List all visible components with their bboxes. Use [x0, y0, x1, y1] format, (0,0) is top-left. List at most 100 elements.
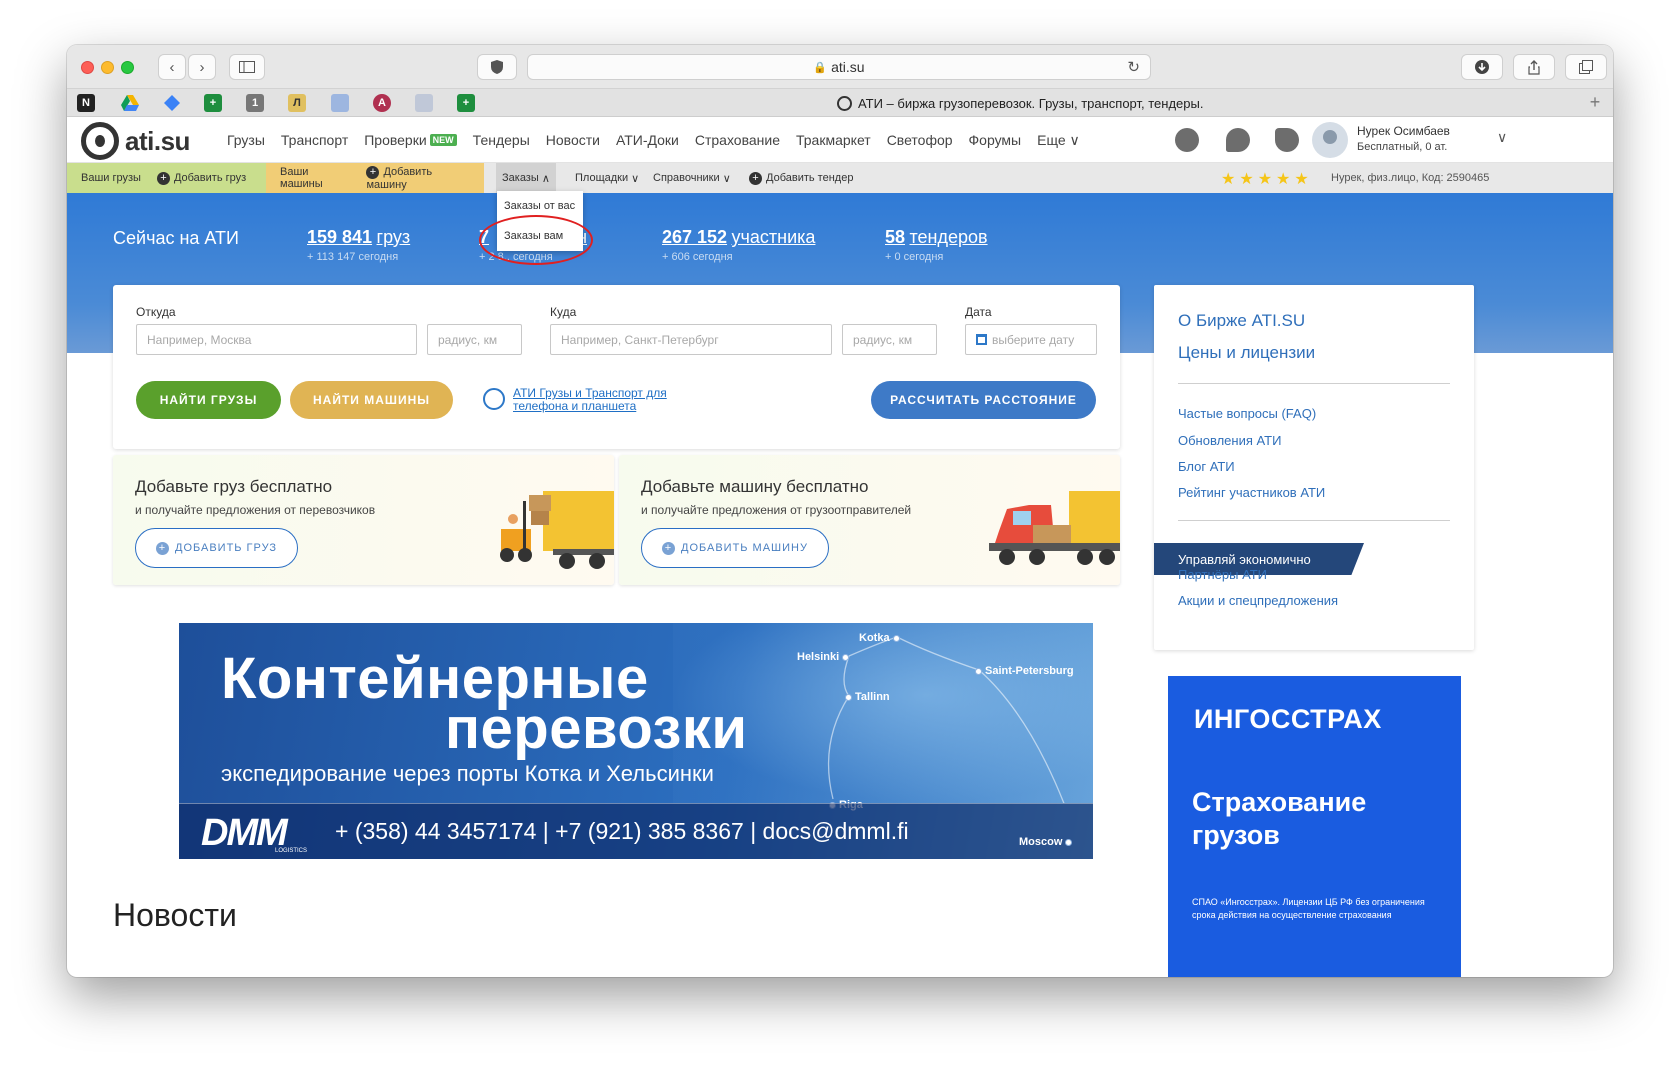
ingo-headline: Страхование грузов [1192, 787, 1367, 850]
city-moscow: Moscow [1019, 836, 1075, 848]
mobile-app-link[interactable]: АТИ Грузы и Транспорт для телефона и пла… [483, 387, 667, 413]
find-trucks-button[interactable]: НАЙТИ МАШИНЫ [290, 381, 453, 419]
divider [1178, 383, 1450, 384]
dmm-banner-ad[interactable]: Kotka Helsinki Saint-Petersburg Tallinn … [179, 623, 1093, 859]
ingosstrakh-ad[interactable]: ИНГОССТРАХ Страхование грузов СПАО «Инго… [1168, 676, 1461, 977]
address-bar[interactable]: 🔒 ati.su ↻ [527, 54, 1151, 80]
find-cargo-button[interactable]: НАЙТИ ГРУЗЫ [136, 381, 281, 419]
google-drive-icon[interactable] [121, 94, 139, 112]
logo-text: ati.su [125, 125, 190, 156]
download-icon[interactable] [1461, 54, 1503, 80]
add-cargo-link[interactable]: + Добавить груз [156, 171, 246, 185]
user-search-icon[interactable] [1175, 128, 1199, 152]
nav-svetofor[interactable]: Светофор [887, 132, 953, 149]
diamond-icon[interactable] [163, 94, 181, 112]
forklift-truck-illustration [500, 491, 614, 569]
sub-nav: Ваши грузы + Добавить груз Ваши машины + Д… [67, 163, 1613, 193]
rating-stars: ★★★★★ [1221, 171, 1313, 188]
from-radius-input[interactable]: радиус, км [427, 324, 522, 355]
references-menu[interactable]: Справочники ∨ [653, 163, 731, 193]
hero-title: Сейчас на АТИ [113, 228, 239, 248]
sheets-icon[interactable]: + [457, 94, 475, 112]
nav-trakmarket[interactable]: Тракмаркет [796, 132, 871, 149]
plus-icon: + [662, 541, 675, 555]
close-window-button[interactable] [81, 61, 94, 74]
chevron-down-icon[interactable]: ∨ [1497, 129, 1507, 146]
orders-from-you[interactable]: Заказы от вас [497, 191, 583, 221]
promotions-link[interactable]: Акции и спецпредложения [1178, 593, 1338, 608]
from-input[interactable]: Например, Москва [136, 324, 417, 355]
stat-members[interactable]: 267 152 участника + 606 сегодня [662, 227, 815, 263]
to-input[interactable]: Например, Санкт-Петербург [550, 324, 832, 355]
stat-cargo[interactable]: 159 841 груз + 113 147 сегодня [307, 227, 410, 263]
add-tender-link[interactable]: + Добавить тендер [749, 163, 853, 193]
numeric-icon[interactable]: 1 [246, 94, 264, 112]
rating-link[interactable]: Рейтинг участников АТИ [1178, 485, 1325, 500]
add-cargo-button[interactable]: + ДОБАВИТЬ ГРУЗ [135, 528, 298, 568]
your-cargo-link[interactable]: Ваши грузы [81, 172, 141, 184]
about-link[interactable]: О Бирже ATI.SU [1178, 311, 1305, 331]
nav-transport[interactable]: Транспорт [281, 132, 348, 149]
nav-proverki[interactable]: Проверки NEW [364, 132, 457, 149]
avatar[interactable] [1312, 122, 1348, 158]
faq-link[interactable]: Частые вопросы (FAQ) [1178, 406, 1316, 421]
user-name[interactable]: Нурек Осимбаев [1357, 124, 1450, 138]
to-radius-input[interactable]: радиус, км [842, 324, 937, 355]
nav-ati-doki[interactable]: АТИ-Доки [616, 132, 679, 149]
doc-icon[interactable] [415, 94, 433, 112]
nav-strakhovanie[interactable]: Страхование [695, 132, 780, 149]
banner-subtitle: экспедирование через порты Котка и Хельс… [221, 761, 714, 786]
share-icon[interactable] [1513, 54, 1555, 80]
active-tab[interactable]: АТИ – биржа грузоперевозок. Грузы, транс… [837, 96, 1203, 111]
a-icon[interactable]: A [373, 94, 391, 112]
sidebar-toggle-icon[interactable] [229, 54, 265, 80]
divider [1178, 520, 1450, 521]
zoom-window-button[interactable] [121, 61, 134, 74]
from-label: Откуда [136, 305, 176, 319]
back-icon[interactable]: ‹ [158, 54, 186, 80]
orders-dropdown: Заказы от вас Заказы вам [497, 191, 583, 251]
add-truck-link[interactable]: + Добавить машину [366, 165, 470, 191]
orders-menu[interactable]: Заказы ∧ [496, 163, 556, 193]
user-plan: Бесплатный, 0 ат. [1357, 141, 1448, 153]
nav-tendery[interactable]: Тендеры [473, 132, 530, 149]
stat-tenders[interactable]: 58 тендеров + 0 сегодня [885, 227, 988, 263]
privacy-shield-icon[interactable] [477, 54, 517, 80]
reload-icon[interactable]: ↻ [1127, 58, 1140, 76]
site-logo[interactable]: ati.su [81, 122, 190, 160]
letter-icon[interactable]: Л [288, 94, 306, 112]
add-truck-button[interactable]: + ДОБАВИТЬ МАШИНУ [641, 528, 829, 568]
nav-gruzy[interactable]: Грузы [227, 132, 265, 149]
news-heading: Новости [113, 897, 237, 933]
your-trucks-link[interactable]: Ваши машины [280, 166, 350, 190]
promo-truck-title: Добавьте машину бесплатно [641, 477, 869, 496]
partners-link[interactable]: Партнёры АТИ [1178, 567, 1267, 582]
plus-icon: + [156, 541, 169, 555]
nav-more[interactable]: Еще ∨ [1037, 132, 1080, 149]
blog-link[interactable]: Блог АТИ [1178, 459, 1235, 474]
prices-link[interactable]: Цены и лицензии [1178, 343, 1315, 363]
calc-distance-button[interactable]: РАССЧИТАТЬ РАССТОЯНИЕ [871, 381, 1096, 419]
minimize-window-button[interactable] [101, 61, 114, 74]
notion-icon[interactable]: N [77, 94, 95, 112]
chat-icon[interactable] [1226, 128, 1250, 152]
user-code-text: Нурек, физ.лицо, Код: 2590465 [1331, 172, 1490, 184]
grid-icon[interactable] [331, 94, 349, 112]
forward-icon[interactable]: › [188, 54, 216, 80]
platforms-menu[interactable]: Площадки ∨ [575, 163, 639, 193]
megaphone-icon[interactable] [1275, 128, 1299, 152]
promo-cargo-subtitle: и получайте предложения от перевозчиков [135, 503, 376, 517]
date-input[interactable]: выберите дату [965, 324, 1097, 355]
nav-novosti[interactable]: Новости [546, 132, 600, 149]
tabs-overview-icon[interactable] [1565, 54, 1607, 80]
trucks-segment: Ваши машины + Добавить машину [266, 163, 484, 193]
banner-contacts-bar: DMM LOGISTICS + (358) 44 3457174 | +7 (9… [179, 803, 1093, 859]
banner-contacts: + (358) 44 3457174 | +7 (921) 385 8367 |… [335, 818, 909, 844]
updates-link[interactable]: Обновления АТИ [1178, 433, 1281, 448]
sheets-icon[interactable]: + [204, 94, 222, 112]
mobile-app-icon [483, 388, 505, 410]
red-truck-illustration [989, 491, 1120, 565]
new-tab-icon[interactable]: + [1585, 93, 1605, 113]
orders-to-you[interactable]: Заказы вам [497, 221, 583, 251]
nav-forumy[interactable]: Форумы [969, 132, 1022, 149]
